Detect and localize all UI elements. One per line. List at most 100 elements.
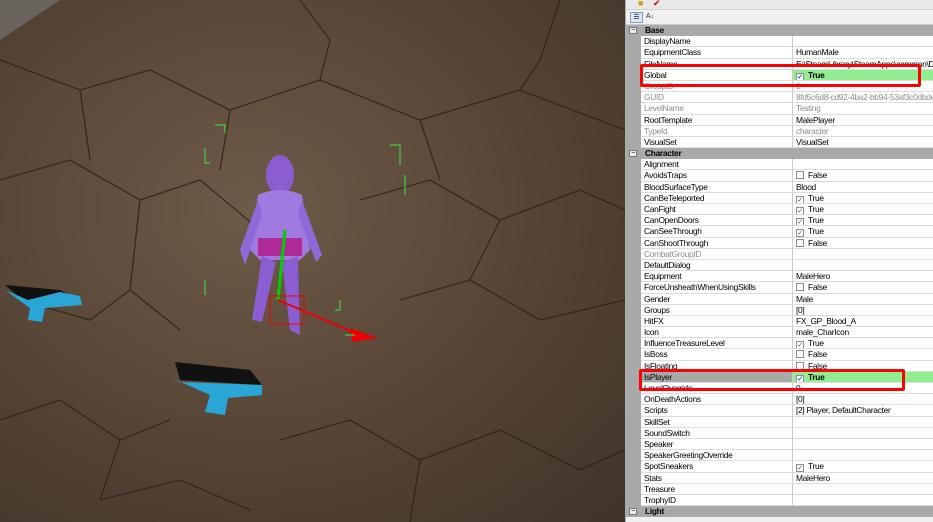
property-name[interactable]: Icon: [641, 327, 793, 339]
property-value[interactable]: Blood: [793, 182, 933, 193]
property-row-icon[interactable]: Icon male_CharIcon: [626, 327, 933, 339]
property-row-speaker[interactable]: Speaker: [626, 438, 933, 451]
property-row-roottemplate[interactable]: RootTemplate MalePlayer: [626, 114, 933, 126]
property-value[interactable]: male_CharIcon: [793, 327, 933, 339]
3d-viewport[interactable]: [0, 0, 625, 522]
property-row-scripts[interactable]: Scripts [2] Player, DefaultCharacter: [626, 405, 933, 417]
checkbox[interactable]: [796, 361, 804, 370]
checkbox[interactable]: [796, 171, 804, 180]
property-value[interactable]: MalePlayer: [793, 115, 933, 126]
property-name[interactable]: TrophyID: [641, 494, 793, 507]
property-row-typeid[interactable]: TypeId character: [626, 125, 933, 137]
property-value[interactable]: False: [793, 282, 933, 294]
property-name[interactable]: CanFight: [641, 204, 793, 216]
property-row-canopendoors[interactable]: CanOpenDoors ✓ True: [626, 215, 933, 227]
property-value[interactable]: VisualSet: [793, 137, 933, 149]
category-base[interactable]: − Base: [626, 25, 933, 37]
property-name[interactable]: DisplayName: [641, 36, 793, 48]
property-name[interactable]: Alignment: [641, 159, 793, 171]
property-name[interactable]: Stats: [641, 472, 793, 484]
property-name[interactable]: DefaultDialog: [641, 259, 793, 272]
property-name[interactable]: Treasure: [641, 483, 793, 495]
property-name[interactable]: Global: [641, 69, 793, 81]
property-value[interactable]: character: [793, 126, 933, 137]
property-row-avoidstraps[interactable]: AvoidsTraps False: [626, 170, 933, 182]
collapse-icon[interactable]: −: [629, 508, 637, 516]
marker-object[interactable]: [172, 362, 262, 415]
property-value[interactable]: MaleHero: [793, 473, 933, 484]
category-light[interactable]: − Light: [626, 506, 933, 518]
property-row-spotsneakers[interactable]: SpotSneakers ✓ True: [626, 461, 933, 473]
property-name[interactable]: SpotSneakers: [641, 461, 793, 473]
property-row-levelname[interactable]: LevelName Testing: [626, 103, 933, 115]
property-value[interactable]: ✓ True: [793, 204, 933, 216]
property-value[interactable]: [793, 159, 933, 171]
property-value[interactable]: [793, 439, 933, 451]
property-value[interactable]: [0]: [793, 394, 933, 406]
property-name[interactable]: OnDeathActions: [641, 394, 793, 406]
property-value[interactable]: [793, 260, 933, 272]
property-value[interactable]: ✓ True: [793, 461, 933, 473]
property-row-filename[interactable]: FileName E:\SteamLibrary\SteamApps\common…: [626, 58, 933, 70]
property-row-leveloverride[interactable]: LevelOverride 0: [626, 383, 933, 395]
property-name[interactable]: AvoidsTraps: [641, 170, 793, 182]
property-value[interactable]: [793, 450, 933, 462]
property-value[interactable]: False: [793, 349, 933, 361]
property-name[interactable]: VisualSet: [641, 136, 793, 149]
property-row-trophyid[interactable]: TrophyID: [626, 494, 933, 507]
property-row-treasure[interactable]: Treasure: [626, 483, 933, 495]
property-row-isboss[interactable]: IsBoss False: [626, 349, 933, 361]
property-row-guid[interactable]: GUID 8fd5c6d8-cd92-4ba2-bb94-53af3c0dbde5: [626, 92, 933, 104]
property-name[interactable]: SoundSwitch: [641, 427, 793, 439]
property-row-influencetreasurelevel[interactable]: InfluenceTreasureLevel ✓ True: [626, 338, 933, 350]
property-value[interactable]: [793, 495, 933, 507]
property-name[interactable]: ForceUnsheathWhenUsingSkills: [641, 282, 793, 294]
property-row-groups[interactable]: Groups [0]: [626, 304, 933, 316]
property-name[interactable]: HitFX: [641, 315, 793, 328]
property-row-visualset[interactable]: VisualSet VisualSet: [626, 136, 933, 149]
checkbox[interactable]: ✓: [796, 72, 804, 80]
character-model[interactable]: [240, 155, 322, 335]
property-value[interactable]: Testing: [793, 103, 933, 115]
property-row-soundswitch[interactable]: SoundSwitch: [626, 427, 933, 439]
property-name[interactable]: CanSeeThrough: [641, 226, 793, 238]
property-row-alignment[interactable]: Alignment: [626, 159, 933, 171]
property-name[interactable]: CanShootThrough: [641, 237, 793, 249]
property-name[interactable]: CombatGroupID: [641, 248, 793, 260]
property-value[interactable]: [793, 36, 933, 48]
property-value[interactable]: [793, 484, 933, 495]
category-character[interactable]: − Character: [626, 148, 933, 160]
property-value[interactable]: [793, 417, 933, 428]
property-value[interactable]: False: [793, 361, 933, 372]
property-row-canbeteleported[interactable]: CanBeTeleported ✓ True: [626, 192, 933, 204]
property-name[interactable]: Groups: [641, 304, 793, 316]
property-value[interactable]: 0: [793, 81, 933, 93]
property-value[interactable]: False: [793, 238, 933, 249]
categorized-icon[interactable]: ☰: [630, 12, 643, 23]
property-row-groupid[interactable]: GroupID 0: [626, 80, 933, 93]
property-name[interactable]: RootTemplate: [641, 114, 793, 126]
property-row-bloodsurfacetype[interactable]: BloodSurfaceType Blood: [626, 181, 933, 193]
property-value[interactable]: False: [793, 170, 933, 182]
property-value[interactable]: ✓ True: [793, 69, 933, 81]
property-name[interactable]: SkillSet: [641, 416, 793, 428]
property-row-forceunsheathwhenusingskills[interactable]: ForceUnsheathWhenUsingSkills False: [626, 282, 933, 294]
property-row-gender[interactable]: Gender Male: [626, 293, 933, 305]
property-value[interactable]: 0: [793, 383, 933, 395]
property-row-ondeathactions[interactable]: OnDeathActions [0]: [626, 394, 933, 406]
property-name[interactable]: IsPlayer: [641, 371, 793, 383]
property-value[interactable]: 8fd5c6d8-cd92-4ba2-bb94-53af3c0dbde5: [793, 92, 933, 104]
property-value[interactable]: ✓ True: [793, 371, 933, 383]
property-row-canfight[interactable]: CanFight ✓ True: [626, 204, 933, 216]
property-value[interactable]: ✓ True: [793, 226, 933, 238]
property-row-isplayer[interactable]: IsPlayer ✓ True: [626, 371, 933, 383]
checkbox[interactable]: [796, 238, 804, 247]
property-name[interactable]: Speaker: [641, 438, 793, 451]
property-name[interactable]: Equipment: [641, 271, 793, 283]
property-name[interactable]: TypeId: [641, 125, 793, 137]
property-row-canshootthrough[interactable]: CanShootThrough False: [626, 237, 933, 249]
property-row-equipment[interactable]: Equipment MaleHero: [626, 271, 933, 283]
property-value[interactable]: [0]: [793, 305, 933, 316]
folder-icon[interactable]: ■: [638, 0, 643, 8]
property-value[interactable]: ✓ True: [793, 338, 933, 350]
